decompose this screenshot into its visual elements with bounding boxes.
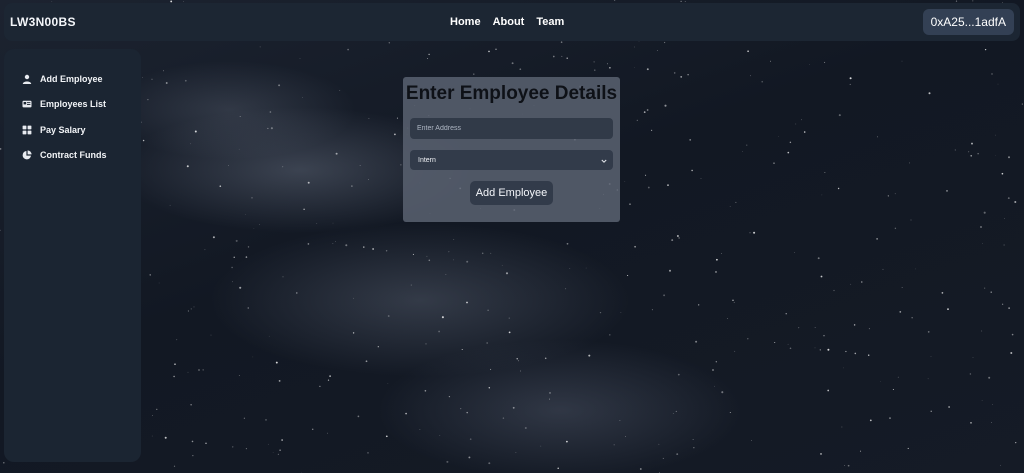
wallet-address-button[interactable]: 0xA25...1adfA [922, 9, 1014, 35]
form-title: Enter Employee Details [405, 83, 618, 104]
sidebar-item-label: Add Employee [40, 73, 103, 84]
employee-form-card: Enter Employee Details Intern Add Employ… [403, 77, 620, 222]
id-card-icon [22, 99, 32, 109]
nav-team-link[interactable]: Team [536, 16, 564, 28]
sidebar-item-label: Pay Salary [40, 124, 86, 135]
sidebar-item-pay-salary[interactable]: Pay Salary [4, 117, 141, 143]
top-navbar: LW3N00BS Home About Team 0xA25...1adfA [4, 3, 1020, 41]
sidebar-item-employees-list[interactable]: Employees List [4, 92, 141, 118]
add-employee-button[interactable]: Add Employee [470, 181, 553, 205]
user-icon [22, 74, 32, 84]
sidebar-item-contract-funds[interactable]: Contract Funds [4, 143, 141, 169]
sidebar: Add Employee Employees List Pay Salary C… [4, 49, 141, 462]
nav-home-link[interactable]: Home [450, 16, 481, 28]
nav-about-link[interactable]: About [493, 16, 525, 28]
sidebar-item-label: Employees List [40, 99, 107, 110]
pie-chart-icon [22, 150, 32, 160]
nav-links: Home About Team [450, 3, 564, 41]
role-select-value: Intern [418, 156, 436, 164]
brand-logo[interactable]: LW3N00BS [10, 15, 76, 29]
chevron-down-icon [601, 151, 607, 169]
grid-icon [22, 125, 32, 135]
address-input[interactable] [410, 118, 613, 139]
sidebar-item-label: Contract Funds [40, 150, 107, 161]
role-select[interactable]: Intern [410, 150, 613, 170]
sidebar-item-add-employee[interactable]: Add Employee [4, 66, 141, 92]
starfield-background [0, 0, 1023, 473]
